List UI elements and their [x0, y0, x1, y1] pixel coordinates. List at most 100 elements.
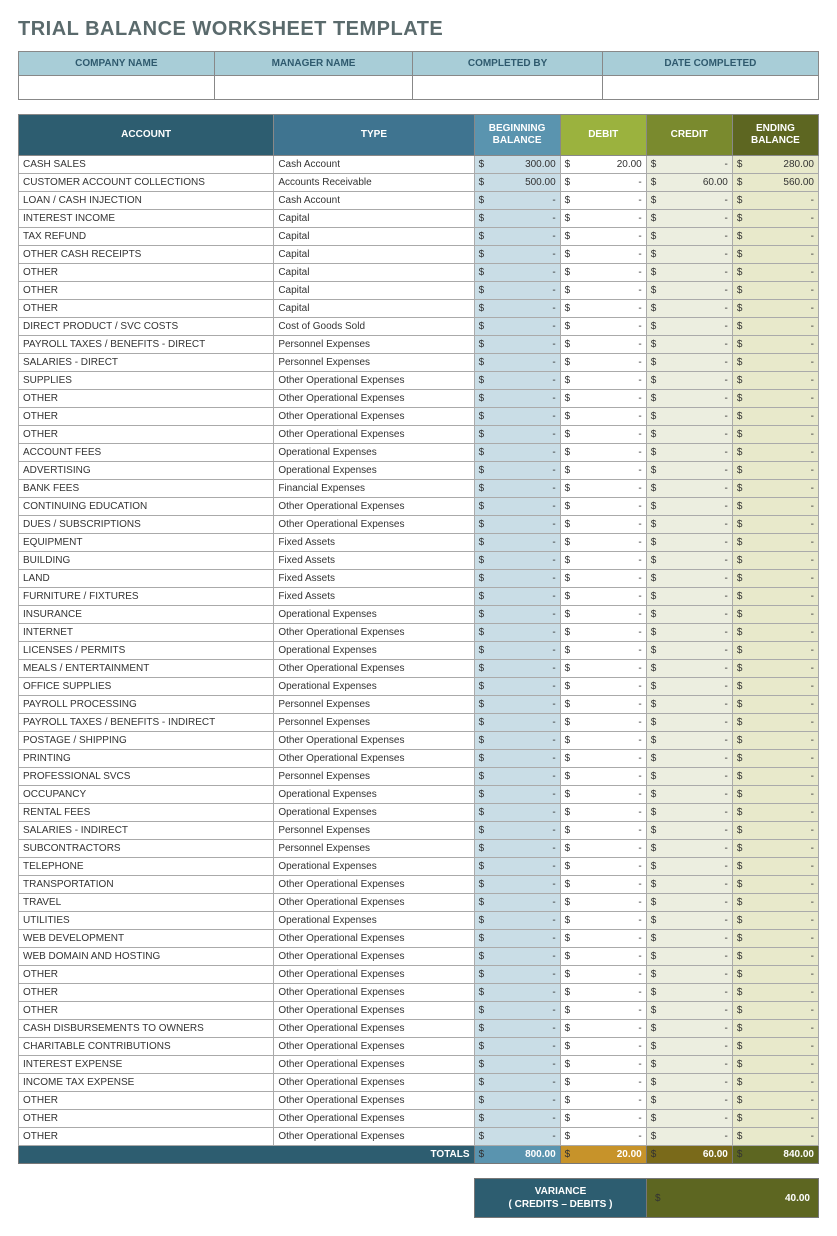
credit-cell[interactable]: $-: [646, 894, 732, 912]
type-cell[interactable]: Other Operational Expenses: [274, 660, 474, 678]
credit-cell[interactable]: $-: [646, 858, 732, 876]
begin-cell[interactable]: $-: [474, 282, 560, 300]
begin-cell[interactable]: $-: [474, 732, 560, 750]
type-cell[interactable]: Operational Expenses: [274, 606, 474, 624]
account-cell[interactable]: UTILITIES: [19, 912, 274, 930]
type-cell[interactable]: Operational Expenses: [274, 804, 474, 822]
debit-cell[interactable]: $-: [560, 750, 646, 768]
begin-cell[interactable]: $-: [474, 588, 560, 606]
debit-cell[interactable]: $-: [560, 1074, 646, 1092]
begin-cell[interactable]: $-: [474, 1110, 560, 1128]
credit-cell[interactable]: $-: [646, 732, 732, 750]
debit-cell[interactable]: $-: [560, 1056, 646, 1074]
debit-cell[interactable]: $-: [560, 642, 646, 660]
type-cell[interactable]: Fixed Assets: [274, 534, 474, 552]
end-cell[interactable]: $-: [732, 192, 818, 210]
end-cell[interactable]: $-: [732, 786, 818, 804]
end-cell[interactable]: $-: [732, 480, 818, 498]
debit-cell[interactable]: $-: [560, 372, 646, 390]
credit-cell[interactable]: $-: [646, 516, 732, 534]
type-cell[interactable]: Capital: [274, 210, 474, 228]
type-cell[interactable]: Other Operational Expenses: [274, 1128, 474, 1146]
begin-cell[interactable]: $-: [474, 1056, 560, 1074]
account-cell[interactable]: WEB DEVELOPMENT: [19, 930, 274, 948]
account-cell[interactable]: OTHER: [19, 1092, 274, 1110]
account-cell[interactable]: EQUIPMENT: [19, 534, 274, 552]
account-cell[interactable]: LAND: [19, 570, 274, 588]
begin-cell[interactable]: $-: [474, 750, 560, 768]
begin-cell[interactable]: $-: [474, 1074, 560, 1092]
type-cell[interactable]: Personnel Expenses: [274, 822, 474, 840]
end-cell[interactable]: $-: [732, 714, 818, 732]
end-cell[interactable]: $-: [732, 336, 818, 354]
account-cell[interactable]: SALARIES - INDIRECT: [19, 822, 274, 840]
type-cell[interactable]: Other Operational Expenses: [274, 1038, 474, 1056]
begin-cell[interactable]: $-: [474, 426, 560, 444]
end-cell[interactable]: $-: [732, 264, 818, 282]
account-cell[interactable]: CHARITABLE CONTRIBUTIONS: [19, 1038, 274, 1056]
credit-cell[interactable]: $-: [646, 642, 732, 660]
credit-cell[interactable]: $-: [646, 1020, 732, 1038]
debit-cell[interactable]: $-: [560, 300, 646, 318]
begin-cell[interactable]: $-: [474, 804, 560, 822]
debit-cell[interactable]: $-: [560, 192, 646, 210]
account-cell[interactable]: RENTAL FEES: [19, 804, 274, 822]
begin-cell[interactable]: $-: [474, 462, 560, 480]
type-cell[interactable]: Cash Account: [274, 156, 474, 174]
end-cell[interactable]: $-: [732, 408, 818, 426]
account-cell[interactable]: INCOME TAX EXPENSE: [19, 1074, 274, 1092]
end-cell[interactable]: $-: [732, 246, 818, 264]
credit-cell[interactable]: $-: [646, 696, 732, 714]
debit-cell[interactable]: $-: [560, 984, 646, 1002]
end-cell[interactable]: $-: [732, 624, 818, 642]
credit-cell[interactable]: $-: [646, 318, 732, 336]
account-cell[interactable]: PAYROLL TAXES / BENEFITS - INDIRECT: [19, 714, 274, 732]
end-cell[interactable]: $-: [732, 750, 818, 768]
type-cell[interactable]: Other Operational Expenses: [274, 966, 474, 984]
account-cell[interactable]: TELEPHONE: [19, 858, 274, 876]
credit-cell[interactable]: $-: [646, 750, 732, 768]
credit-cell[interactable]: $-: [646, 462, 732, 480]
begin-cell[interactable]: $-: [474, 498, 560, 516]
credit-cell[interactable]: $-: [646, 300, 732, 318]
end-cell[interactable]: $-: [732, 948, 818, 966]
debit-cell[interactable]: $-: [560, 1110, 646, 1128]
end-cell[interactable]: $-: [732, 696, 818, 714]
account-cell[interactable]: OTHER: [19, 300, 274, 318]
begin-cell[interactable]: $-: [474, 786, 560, 804]
debit-cell[interactable]: $-: [560, 1020, 646, 1038]
account-cell[interactable]: SALARIES - DIRECT: [19, 354, 274, 372]
begin-cell[interactable]: $-: [474, 624, 560, 642]
begin-cell[interactable]: $-: [474, 606, 560, 624]
account-cell[interactable]: FURNITURE / FIXTURES: [19, 588, 274, 606]
credit-cell[interactable]: $-: [646, 948, 732, 966]
begin-cell[interactable]: $-: [474, 894, 560, 912]
type-cell[interactable]: Operational Expenses: [274, 858, 474, 876]
type-cell[interactable]: Operational Expenses: [274, 642, 474, 660]
debit-cell[interactable]: $-: [560, 912, 646, 930]
credit-cell[interactable]: $-: [646, 1074, 732, 1092]
debit-cell[interactable]: $-: [560, 516, 646, 534]
type-cell[interactable]: Other Operational Expenses: [274, 1074, 474, 1092]
end-cell[interactable]: $-: [732, 894, 818, 912]
begin-cell[interactable]: $-: [474, 390, 560, 408]
debit-cell[interactable]: $-: [560, 318, 646, 336]
account-cell[interactable]: CASH DISBURSEMENTS TO OWNERS: [19, 1020, 274, 1038]
begin-cell[interactable]: $-: [474, 228, 560, 246]
debit-cell[interactable]: $-: [560, 714, 646, 732]
account-cell[interactable]: OTHER: [19, 426, 274, 444]
end-cell[interactable]: $-: [732, 534, 818, 552]
begin-cell[interactable]: $-: [474, 210, 560, 228]
end-cell[interactable]: $-: [732, 498, 818, 516]
credit-cell[interactable]: $-: [646, 1110, 732, 1128]
account-cell[interactable]: CASH SALES: [19, 156, 274, 174]
debit-cell[interactable]: $-: [560, 1038, 646, 1056]
end-cell[interactable]: $-: [732, 300, 818, 318]
account-cell[interactable]: DUES / SUBSCRIPTIONS: [19, 516, 274, 534]
begin-cell[interactable]: $-: [474, 714, 560, 732]
end-cell[interactable]: $-: [732, 822, 818, 840]
end-cell[interactable]: $-: [732, 1074, 818, 1092]
type-cell[interactable]: Other Operational Expenses: [274, 372, 474, 390]
account-cell[interactable]: PROFESSIONAL SVCS: [19, 768, 274, 786]
end-cell[interactable]: $-: [732, 318, 818, 336]
